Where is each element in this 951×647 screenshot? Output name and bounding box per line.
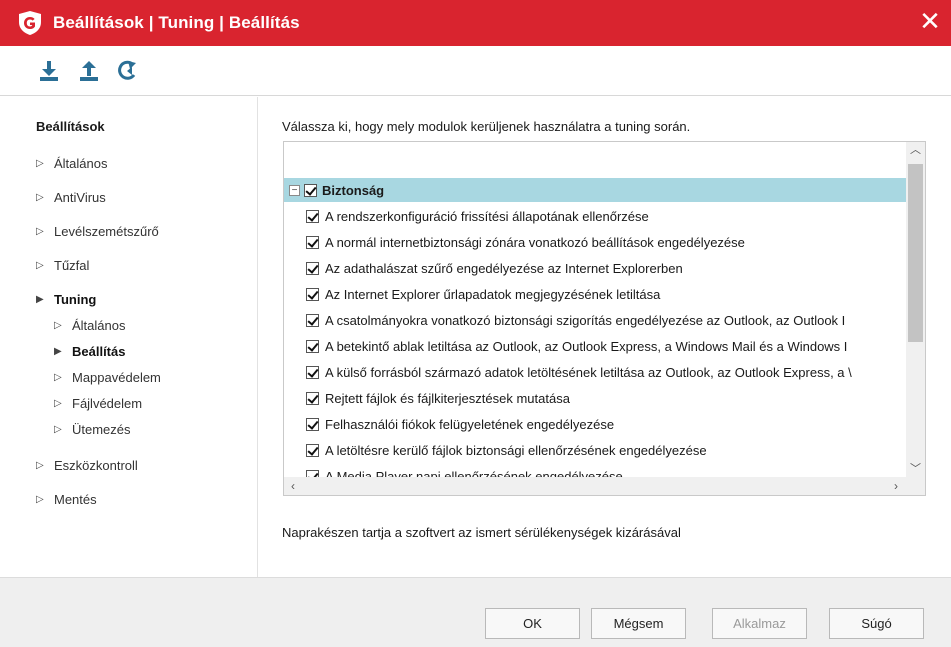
chevron-right-icon: ▷ xyxy=(54,371,62,383)
sidebar-item-label: AntiVirus xyxy=(54,189,106,205)
window-title: Beállítások | Tuning | Beállítás xyxy=(53,13,300,32)
sidebar-item-label: Mappavédelem xyxy=(72,369,161,385)
sidebar-subitem-altalanos[interactable]: ▷ Általános xyxy=(54,315,125,335)
intro-text: Válassza ki, hogy mely modulok kerüljene… xyxy=(282,119,691,134)
sidebar-item-tuning[interactable]: ▶ Tuning xyxy=(36,289,96,309)
list-item[interactable]: Az Internet Explorer űrlapadatok megjegy… xyxy=(306,284,660,304)
item-label: Rejtett fájlok és fájlkiterjesztések mut… xyxy=(325,390,570,406)
sidebar-subitem-beallitas[interactable]: ▶ Beállítás xyxy=(54,341,125,361)
item-checkbox[interactable] xyxy=(306,443,319,457)
sidebar-item-label: Eszközkontroll xyxy=(54,457,138,473)
sidebar-subitem-fajlvedelem[interactable]: ▷ Fájlvédelem xyxy=(54,393,142,413)
sidebar-item-label: Fájlvédelem xyxy=(72,395,143,411)
list-item[interactable]: A normál internetbiztonsági zónára vonat… xyxy=(306,232,745,252)
scroll-left-icon[interactable]: ‹ xyxy=(284,477,302,495)
export-icon[interactable] xyxy=(78,60,100,82)
collapse-icon[interactable]: − xyxy=(289,184,300,196)
help-button[interactable]: Súgó xyxy=(829,608,924,639)
sidebar-item-label: Tűzfal xyxy=(54,257,90,273)
item-label: A letöltésre kerülő fájlok biztonsági el… xyxy=(325,442,707,458)
item-label: A rendszerkonfiguráció frissítési állapo… xyxy=(325,208,649,224)
sidebar-item-label: Tuning xyxy=(54,291,97,307)
list-item[interactable]: A rendszerkonfiguráció frissítési állapo… xyxy=(306,206,649,226)
chevron-expanded-icon: ▶ xyxy=(36,293,44,305)
chevron-right-icon: ▷ xyxy=(54,423,62,435)
chevron-right-icon: ▷ xyxy=(36,225,44,237)
chevron-right-icon: ▷ xyxy=(36,459,44,471)
scroll-down-icon[interactable]: ﹀ xyxy=(906,461,925,478)
module-list[interactable]: − Biztonság A rendszerkonfiguráció friss… xyxy=(283,141,926,496)
group-checkbox[interactable] xyxy=(304,183,317,197)
reset-icon[interactable] xyxy=(116,60,138,82)
list-item[interactable]: Felhasználói fiókok felügyeletének enged… xyxy=(306,414,614,434)
item-label: A betekintő ablak letiltása az Outlook, … xyxy=(325,338,848,354)
item-label: A normál internetbiztonsági zónára vonat… xyxy=(325,234,745,250)
chevron-right-icon: ▷ xyxy=(54,397,62,409)
sidebar-item-antivirus[interactable]: ▷ AntiVirus xyxy=(36,187,106,207)
item-label: Az adathalászat szűrő engedélyezése az I… xyxy=(325,260,683,276)
sidebar-subitem-utemezes[interactable]: ▷ Ütemezés xyxy=(54,419,131,439)
dialog-footer: OK Mégsem Alkalmaz Súgó xyxy=(0,577,951,647)
item-checkbox[interactable] xyxy=(306,391,319,405)
chevron-right-icon: ▷ xyxy=(54,319,62,331)
ok-button[interactable]: OK xyxy=(485,608,580,639)
sidebar-item-mentes[interactable]: ▷ Mentés xyxy=(36,489,97,509)
item-checkbox[interactable] xyxy=(306,261,319,275)
item-checkbox[interactable] xyxy=(306,339,319,353)
scroll-up-icon[interactable]: ︿ xyxy=(906,142,925,159)
chevron-selected-icon: ▶ xyxy=(54,345,62,357)
sidebar-heading: Beállítások xyxy=(36,119,105,134)
sidebar-item-altalanos[interactable]: ▷ Általános xyxy=(36,153,107,173)
sidebar-item-label: Általános xyxy=(54,155,108,171)
item-checkbox[interactable] xyxy=(306,287,319,301)
close-icon[interactable]: ✕ xyxy=(915,6,945,36)
apply-button: Alkalmaz xyxy=(712,608,807,639)
sidebar-item-levelszemetszuro[interactable]: ▷ Levélszemétszűrő xyxy=(36,221,159,241)
sidebar-item-label: Mentés xyxy=(54,491,97,507)
settings-sidebar: Beállítások ▷ Általános ▷ AntiVirus ▷ Le… xyxy=(0,97,258,577)
list-item[interactable]: Az adathalászat szűrő engedélyezése az I… xyxy=(306,258,683,278)
sidebar-item-label: Beállítás xyxy=(72,343,126,359)
item-checkbox[interactable] xyxy=(306,209,319,223)
gdata-shield-icon xyxy=(19,11,41,35)
item-checkbox[interactable] xyxy=(306,365,319,379)
chevron-right-icon: ▷ xyxy=(36,493,44,505)
item-description: Naprakészen tartja a szoftvert az ismert… xyxy=(282,525,681,540)
list-item[interactable]: A csatolmányokra vonatkozó biztonsági sz… xyxy=(306,310,845,330)
list-item[interactable]: Rejtett fájlok és fájlkiterjesztések mut… xyxy=(306,388,570,408)
chevron-right-icon: ▷ xyxy=(36,157,44,169)
item-label: A külső forrásból származó adatok letölt… xyxy=(325,364,852,380)
list-item[interactable]: A betekintő ablak letiltása az Outlook, … xyxy=(306,336,847,356)
import-icon[interactable] xyxy=(38,60,60,82)
title-bar: Beállítások | Tuning | Beállítás ✕ xyxy=(0,0,951,46)
item-label: A csatolmányokra vonatkozó biztonsági sz… xyxy=(325,312,846,328)
toolbar xyxy=(0,46,951,96)
scroll-thumb[interactable] xyxy=(908,164,923,342)
module-list-viewport: − Biztonság A rendszerkonfiguráció friss… xyxy=(284,142,907,478)
sidebar-item-label: Levélszemétszűrő xyxy=(54,223,159,239)
sidebar-item-label: Általános xyxy=(72,317,126,333)
item-label: Felhasználói fiókok felügyeletének enged… xyxy=(325,416,615,432)
chevron-right-icon: ▷ xyxy=(36,191,44,203)
item-checkbox[interactable] xyxy=(306,235,319,249)
horizontal-scrollbar[interactable]: ‹ › xyxy=(284,477,925,495)
item-label: Az Internet Explorer űrlapadatok megjegy… xyxy=(325,286,661,302)
cancel-button[interactable]: Mégsem xyxy=(591,608,686,639)
sidebar-item-tuzfal[interactable]: ▷ Tűzfal xyxy=(36,255,89,275)
sidebar-item-eszkozkontroll[interactable]: ▷ Eszközkontroll xyxy=(36,455,138,475)
list-item[interactable]: A letöltésre kerülő fájlok biztonsági el… xyxy=(306,440,707,460)
item-checkbox[interactable] xyxy=(306,417,319,431)
sidebar-subitem-mappavedelem[interactable]: ▷ Mappavédelem xyxy=(54,367,161,387)
main-panel: Válassza ki, hogy mely modulok kerüljene… xyxy=(260,97,951,577)
sidebar-item-label: Ütemezés xyxy=(72,421,131,437)
group-label: Biztonság xyxy=(322,182,385,198)
vertical-scrollbar[interactable]: ︿ ﹀ xyxy=(906,142,925,478)
scroll-right-icon[interactable]: › xyxy=(887,477,905,495)
chevron-right-icon: ▷ xyxy=(36,259,44,271)
item-checkbox[interactable] xyxy=(306,313,319,327)
list-item[interactable]: A külső forrásból származó adatok letölt… xyxy=(306,362,852,382)
group-row-biztonsag[interactable]: − Biztonság xyxy=(284,178,907,202)
